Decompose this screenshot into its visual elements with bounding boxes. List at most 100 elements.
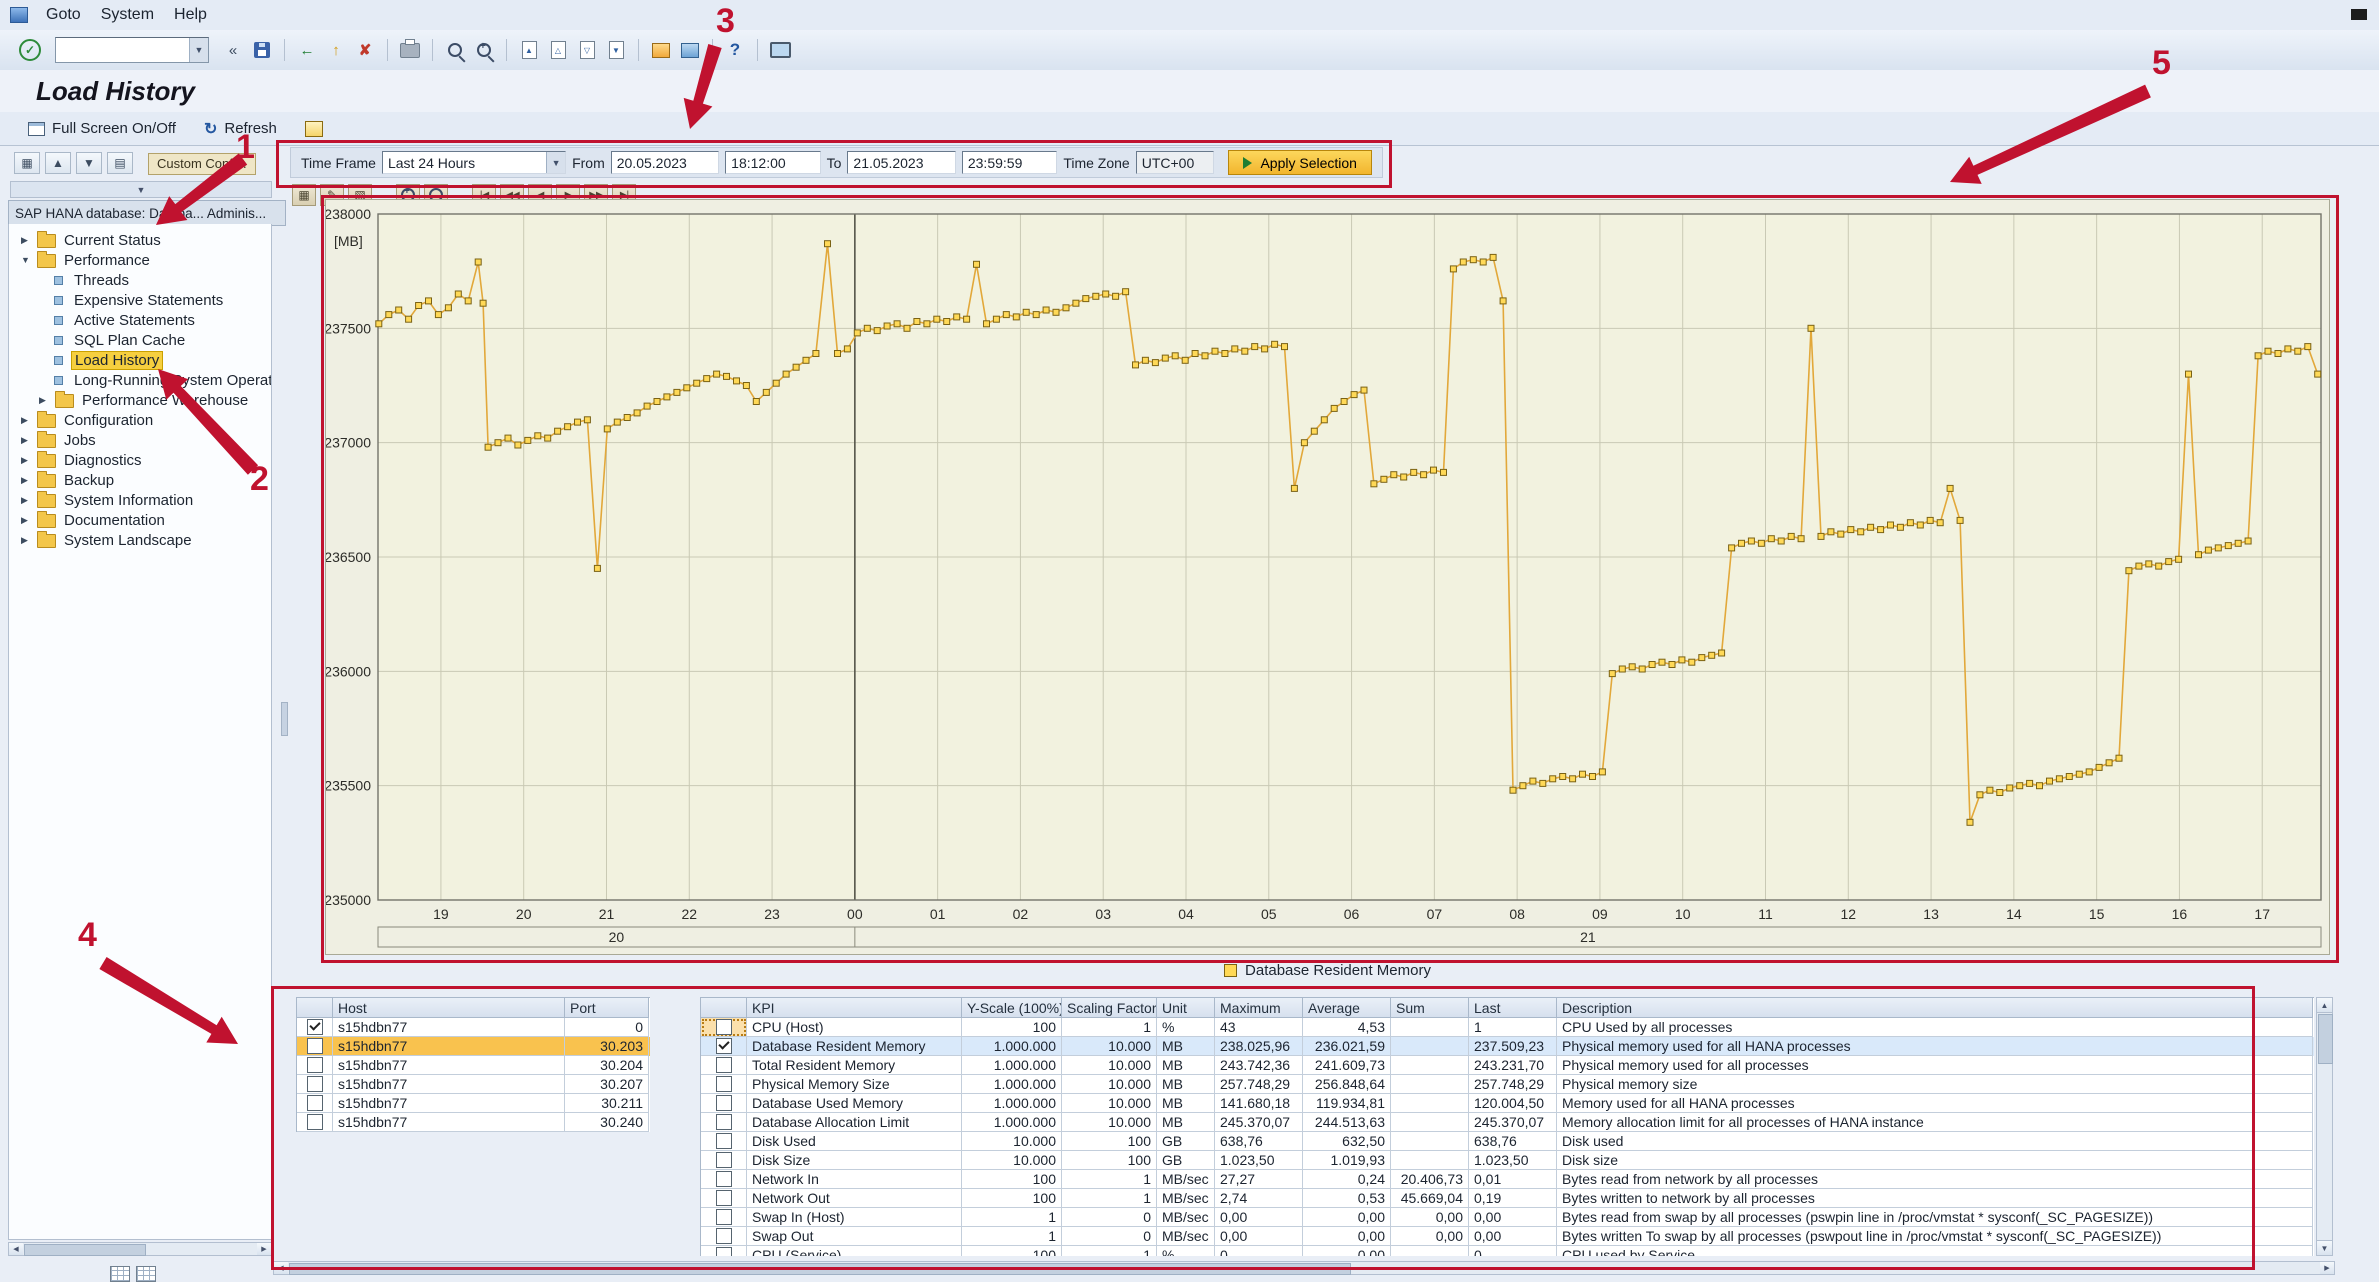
- checkbox[interactable]: [716, 1152, 732, 1168]
- checkbox-cell[interactable]: [701, 1189, 747, 1208]
- checkbox-cell[interactable]: [701, 1246, 747, 1256]
- kpi-row-4[interactable]: Physical Memory Size1.000.00010.000MB257…: [701, 1075, 2314, 1094]
- checkbox[interactable]: [307, 1038, 323, 1054]
- custom-config-tab[interactable]: Custom Confi...: [148, 153, 256, 175]
- checkbox-cell[interactable]: [297, 1113, 333, 1132]
- host-row-1[interactable]: s15hdbn770: [297, 1018, 650, 1037]
- sort-up-icon[interactable]: ▲: [45, 152, 71, 174]
- enter-icon[interactable]: ✓: [16, 37, 44, 63]
- checkbox-cell[interactable]: [701, 1018, 747, 1037]
- kpi-row-6[interactable]: Database Allocation Limit1.000.00010.000…: [701, 1113, 2314, 1132]
- to-date-input[interactable]: 21.05.2023: [847, 151, 955, 174]
- scroll-down-icon[interactable]: ▼: [2317, 1240, 2332, 1255]
- tree-grid-icon[interactable]: ▦: [14, 152, 40, 174]
- checkbox[interactable]: [716, 1038, 732, 1054]
- checkbox-cell[interactable]: [701, 1208, 747, 1227]
- checkbox[interactable]: [716, 1057, 732, 1073]
- checkbox-cell[interactable]: [701, 1170, 747, 1189]
- refresh-button[interactable]: ↻ Refresh: [198, 118, 283, 140]
- expander-icon[interactable]: ▶: [21, 475, 32, 486]
- fullscreen-toggle-button[interactable]: Full Screen On/Off: [22, 119, 182, 138]
- kpi-row-12[interactable]: Swap Out10MB/sec0,000,000,000,00Bytes wr…: [701, 1227, 2314, 1246]
- tree-item-expensive-statements[interactable]: Expensive Statements: [9, 290, 271, 310]
- checkbox[interactable]: [716, 1190, 732, 1206]
- command-field[interactable]: ▼: [55, 37, 209, 63]
- checkbox[interactable]: [307, 1057, 323, 1073]
- scroll-right-icon[interactable]: ▶: [2320, 1262, 2334, 1274]
- checkbox-cell[interactable]: [297, 1056, 333, 1075]
- kpi-row-7[interactable]: Disk Used10.000100GB638,76632,50638,76Di…: [701, 1132, 2314, 1151]
- checkbox[interactable]: [716, 1076, 732, 1092]
- tree-item-long-running-system-operations[interactable]: Long-Running System Operations: [9, 370, 271, 390]
- checkbox-cell[interactable]: [701, 1094, 747, 1113]
- checkbox-cell[interactable]: [701, 1227, 747, 1246]
- collapse-field-icon[interactable]: «: [220, 37, 246, 63]
- from-time-input[interactable]: 18:12:00: [725, 151, 820, 174]
- checkbox-cell[interactable]: [701, 1037, 747, 1056]
- checkbox-cell[interactable]: [297, 1075, 333, 1094]
- checkbox-cell[interactable]: [701, 1075, 747, 1094]
- expander-icon[interactable]: ▶: [21, 435, 32, 446]
- scrollbar-thumb[interactable]: [24, 1244, 146, 1256]
- sort-down-icon[interactable]: ▼: [76, 152, 102, 174]
- next-page-icon[interactable]: ▽: [574, 37, 600, 63]
- from-date-input[interactable]: 20.05.2023: [611, 151, 719, 174]
- tree-item-current-status[interactable]: ▶Current Status: [9, 230, 271, 250]
- chart-table-view-icon[interactable]: ▦: [292, 184, 316, 206]
- column-header-port[interactable]: Port: [565, 998, 649, 1018]
- kpi-row-9[interactable]: Network In1001MB/sec27,270,2420.406,730,…: [701, 1170, 2314, 1189]
- mini-table-icon[interactable]: [110, 1266, 130, 1282]
- find-next-icon[interactable]: [471, 37, 497, 63]
- checkbox-cell[interactable]: [297, 1094, 333, 1113]
- layout-button[interactable]: [299, 120, 329, 138]
- tree-item-active-statements[interactable]: Active Statements: [9, 310, 271, 330]
- tree-item-diagnostics[interactable]: ▶Diagnostics: [9, 450, 271, 470]
- expander-icon[interactable]: ▶: [39, 395, 50, 406]
- expander-icon[interactable]: ▶: [21, 235, 32, 246]
- chevron-down-icon[interactable]: ▼: [189, 38, 208, 62]
- create-shortcut-icon[interactable]: [677, 37, 703, 63]
- help-icon[interactable]: ?: [722, 37, 748, 63]
- exit-icon[interactable]: ↑: [323, 37, 349, 63]
- scrollbar-thumb[interactable]: [289, 1263, 1351, 1275]
- expander-icon[interactable]: ▶: [21, 415, 32, 426]
- scrollbar-thumb[interactable]: [2318, 1014, 2333, 1064]
- tree-item-system-landscape[interactable]: ▶System Landscape: [9, 530, 271, 550]
- checkbox[interactable]: [716, 1133, 732, 1149]
- first-page-icon[interactable]: ▲: [516, 37, 542, 63]
- tree-horizontal-scrollbar[interactable]: ◀ ▶: [8, 1242, 272, 1256]
- vertical-splitter[interactable]: [281, 146, 288, 1256]
- tree-item-documentation[interactable]: ▶Documentation: [9, 510, 271, 530]
- save-icon[interactable]: [249, 37, 275, 63]
- window-controls[interactable]: [2351, 9, 2367, 20]
- column-header-last[interactable]: Last: [1469, 998, 1557, 1018]
- print-icon[interactable]: [397, 37, 423, 63]
- menu-goto[interactable]: Goto: [40, 3, 95, 27]
- checkbox-cell[interactable]: [701, 1132, 747, 1151]
- expander-icon[interactable]: ▶: [21, 515, 32, 526]
- new-session-icon[interactable]: [648, 37, 674, 63]
- column-header-select[interactable]: [701, 998, 747, 1018]
- mini-table-icon[interactable]: [136, 1266, 156, 1282]
- checkbox[interactable]: [716, 1095, 732, 1111]
- host-row-3[interactable]: s15hdbn7730.204: [297, 1056, 650, 1075]
- checkbox[interactable]: [716, 1171, 732, 1187]
- host-row-2[interactable]: s15hdbn7730.203: [297, 1037, 650, 1056]
- scroll-right-icon[interactable]: ▶: [257, 1243, 271, 1255]
- host-row-6[interactable]: s15hdbn7730.240: [297, 1113, 650, 1132]
- kpi-row-13[interactable]: CPU (Service)1001%00,000CPU used by Serv…: [701, 1246, 2314, 1256]
- tree-item-system-information[interactable]: ▶System Information: [9, 490, 271, 510]
- tree-item-backup[interactable]: ▶Backup: [9, 470, 271, 490]
- column-header-host[interactable]: Host: [333, 998, 565, 1018]
- checkbox[interactable]: [307, 1019, 323, 1035]
- scroll-left-icon[interactable]: ◀: [274, 1262, 288, 1274]
- checkbox-cell[interactable]: [297, 1037, 333, 1056]
- checkbox[interactable]: [307, 1095, 323, 1111]
- tree-item-sql-plan-cache[interactable]: SQL Plan Cache: [9, 330, 271, 350]
- cancel-icon[interactable]: ✘: [352, 37, 378, 63]
- checkbox-cell[interactable]: [701, 1056, 747, 1075]
- kpi-row-1[interactable]: CPU (Host)1001%434,531CPU Used by all pr…: [701, 1018, 2314, 1037]
- column-header-average[interactable]: Average: [1303, 998, 1391, 1018]
- column-header-maximum[interactable]: Maximum: [1215, 998, 1303, 1018]
- tree-item-performance[interactable]: ▼Performance: [9, 250, 271, 270]
